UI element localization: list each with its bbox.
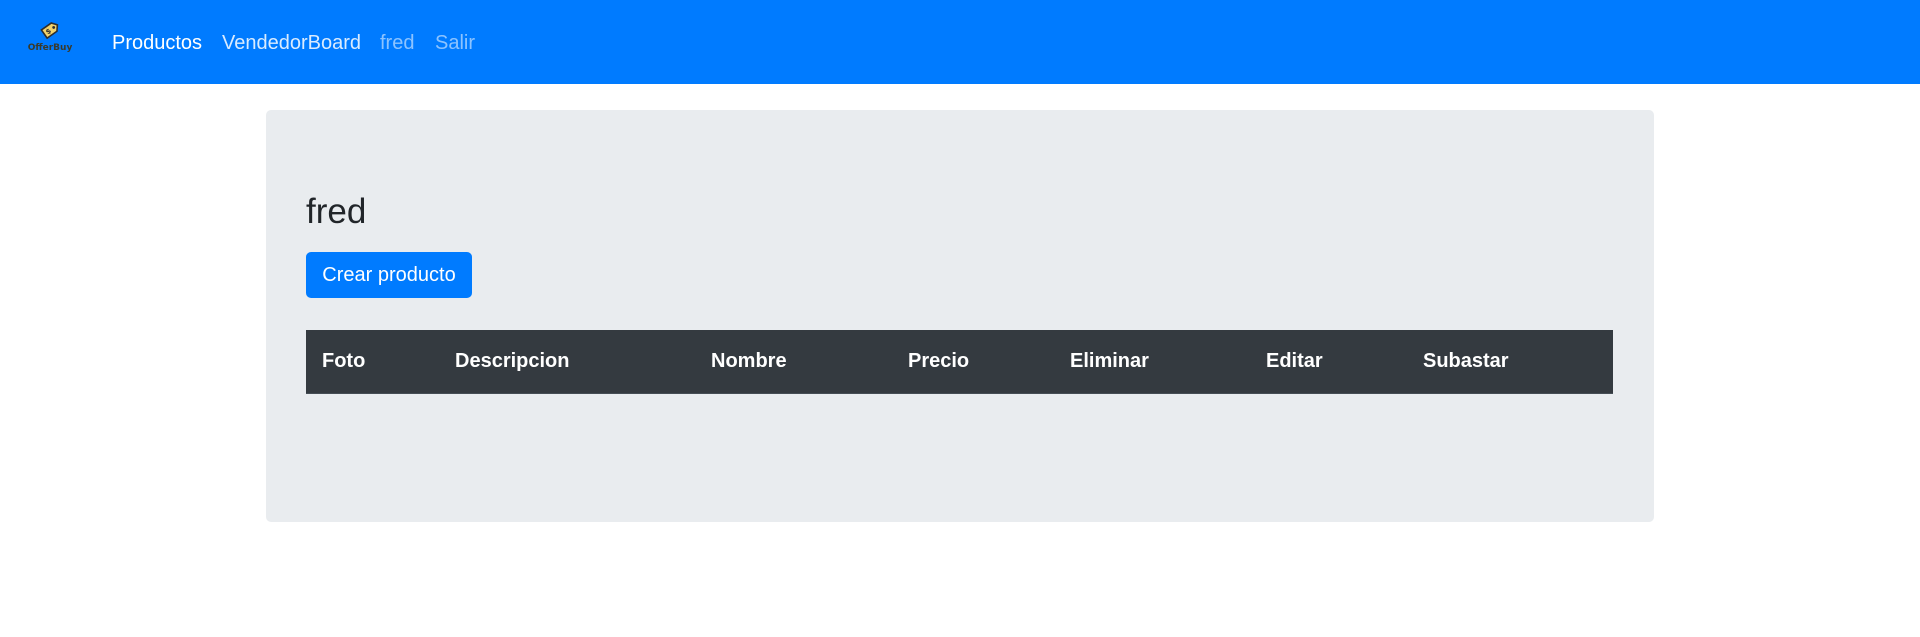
column-header-editar: Editar	[1266, 350, 1323, 372]
column-header-descripcion: Descripcion	[455, 350, 570, 372]
column-header-eliminar: Eliminar	[1070, 350, 1149, 372]
column-header-foto: Foto	[322, 350, 366, 372]
nav-link-salir[interactable]: Salir	[435, 31, 475, 55]
column-header-nombre: Nombre	[711, 350, 787, 372]
column-header-subastar: Subastar	[1423, 350, 1509, 372]
nav-link-productos[interactable]: Productos	[112, 31, 202, 55]
seller-board-panel: fred Crear producto Foto Descripcion Nom…	[266, 110, 1654, 522]
brand-name: OfferBuy	[27, 43, 73, 53]
create-product-button[interactable]: Crear producto	[306, 252, 472, 298]
column-header-precio: Precio	[908, 350, 970, 372]
page-title: fred	[306, 192, 367, 231]
price-tag-icon: $	[40, 22, 59, 40]
nav-link-user[interactable]: fred	[380, 31, 414, 55]
top-navbar: $ OfferBuy Productos VendedorBoard fred …	[0, 0, 1920, 84]
brand-logo[interactable]: $ OfferBuy	[26, 18, 74, 58]
products-table-header: Foto Descripcion Nombre Precio Eliminar …	[306, 330, 1613, 394]
nav-link-vendedorboard[interactable]: VendedorBoard	[222, 31, 361, 55]
